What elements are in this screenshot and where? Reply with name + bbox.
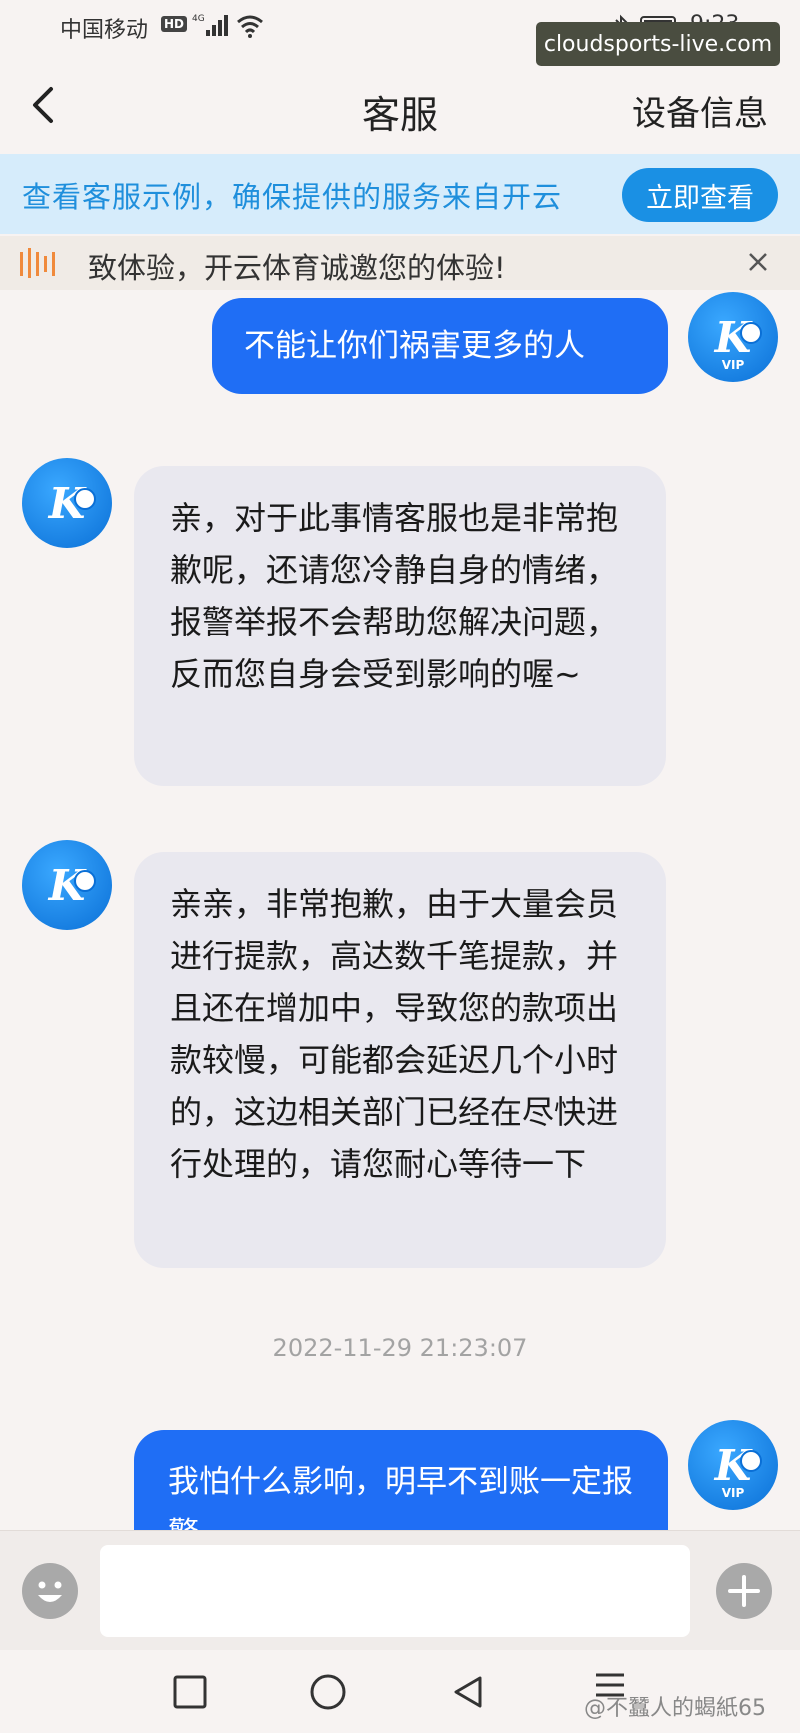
triangle-back-icon (454, 1676, 482, 1708)
input-bar (0, 1530, 800, 1650)
circle-icon (310, 1674, 346, 1710)
plus-icon (728, 1575, 760, 1607)
message-bubble-incoming: 亲亲，非常抱歉，由于大量会员进行提款，高达数千笔提款，并且还在增加中，导致您的款… (134, 852, 666, 1268)
system-back-button[interactable] (446, 1670, 490, 1714)
home-button[interactable] (306, 1670, 350, 1714)
message-input[interactable] (100, 1545, 690, 1637)
emoji-button[interactable] (22, 1563, 78, 1619)
message-text: 不能让你们祸害更多的人 (244, 328, 585, 364)
hd-badge: HD (161, 16, 188, 32)
message-text: 亲，对于此事情客服也是非常抱歉呢，还请您冷静自身的情绪，报警举报不会帮助您解决问… (170, 499, 619, 693)
message-bubble-incoming: 亲，对于此事情客服也是非常抱歉呢，还请您冷静自身的情绪，报警举报不会帮助您解决问… (134, 466, 666, 786)
message-text: 我怕什么影响，明早不到账一定报警 (168, 1464, 633, 1530)
customer-service-banner: 查看客服示例，确保提供的服务来自开云 立即查看 (0, 154, 800, 234)
football-icon (74, 870, 96, 892)
banner-text: 查看客服示例，确保提供的服务来自开云 (22, 180, 563, 214)
more-options-button[interactable] (716, 1563, 772, 1619)
message-text: 亲亲，非常抱歉，由于大量会员进行提款，高达数千笔提款，并且还在增加中，导致您的款… (170, 885, 619, 1183)
square-icon (173, 1675, 207, 1709)
smiley-icon (38, 1581, 62, 1602)
chat-area[interactable]: 不能让你们祸害更多的人 K VIP K 亲，对于此事情客服也是非常抱歉呢，还请您… (0, 290, 800, 1530)
watermark-top: cloudsports-live.com (536, 22, 780, 66)
network-type-label: 4G (192, 14, 205, 24)
football-icon (74, 488, 96, 510)
sound-wave-icon (20, 248, 55, 278)
nav-bar: 客服 设备信息 (0, 66, 800, 152)
signal-icon: 4G (192, 14, 228, 36)
vip-label: VIP (721, 1486, 745, 1500)
football-icon (740, 322, 762, 344)
vip-label: VIP (721, 358, 745, 372)
avatar[interactable]: K (22, 458, 112, 548)
notice-text: 致体验，开云体育诚邀您的体验! (88, 251, 506, 285)
recent-apps-button[interactable] (168, 1670, 212, 1714)
avatar[interactable]: K VIP (688, 292, 778, 382)
close-icon (749, 253, 767, 271)
device-info-button[interactable]: 设备信息 (632, 86, 768, 135)
football-icon (740, 1450, 762, 1472)
avatar[interactable]: K VIP (688, 1420, 778, 1510)
notice-close-button[interactable] (740, 244, 776, 280)
system-navigation-bar: @不蠶人的蝎紙65 (0, 1650, 800, 1733)
message-bubble-outgoing: 我怕什么影响，明早不到账一定报警 (134, 1430, 668, 1530)
notice-bar: 致体验，开云体育诚邀您的体验! (0, 236, 800, 290)
message-bubble-outgoing: 不能让你们祸害更多的人 (212, 298, 668, 394)
view-now-button[interactable]: 立即查看 (622, 168, 778, 222)
wifi-icon (237, 15, 263, 38)
carrier-label: 中国移动 (60, 18, 149, 43)
avatar[interactable]: K (22, 840, 112, 930)
message-timestamp: 2022-11-29 21:23:07 (272, 1334, 528, 1362)
watermark-bottom: @不蠶人的蝎紙65 (584, 1696, 766, 1721)
